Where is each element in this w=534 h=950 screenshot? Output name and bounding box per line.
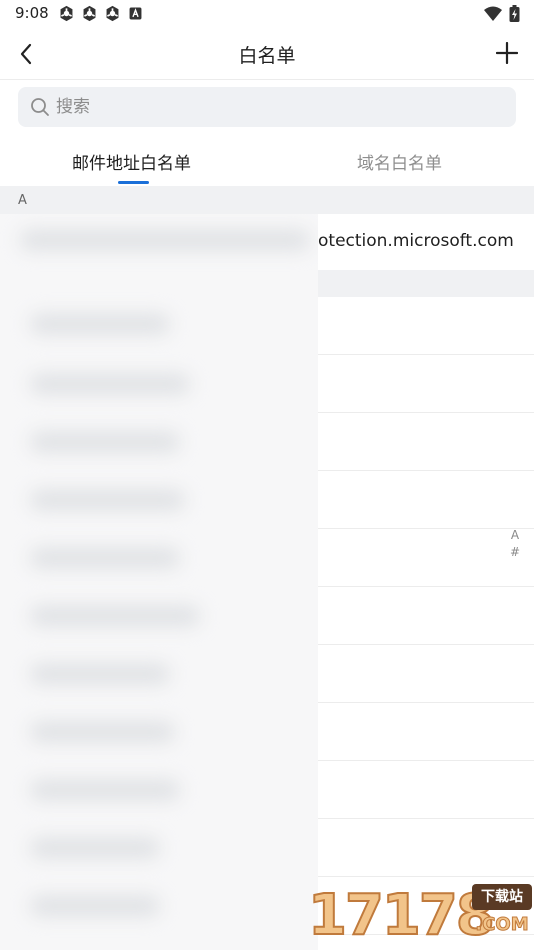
page-title: 白名单: [238, 45, 296, 67]
status-time: 9:08: [15, 4, 49, 22]
index-item-a[interactable]: A: [508, 527, 522, 544]
tab-domain-whitelist[interactable]: 域名白名单: [357, 149, 442, 174]
blur-bar: [30, 838, 160, 858]
app-bar: 白名单: [0, 28, 534, 80]
watermark-digits: 17178: [307, 883, 496, 948]
app-notification-icon: [60, 5, 73, 22]
blur-bar: [30, 722, 175, 742]
app-notification-icon: [106, 5, 119, 22]
watermark-suffix: .COM: [475, 914, 529, 936]
index-item-hash[interactable]: #: [508, 544, 522, 561]
section-header-a: A: [0, 186, 534, 215]
blur-bar: [30, 432, 180, 452]
email-entry-text: otection.microsoft.com: [318, 231, 514, 251]
blur-bar: [30, 896, 160, 916]
battery-charging-icon: [509, 5, 520, 22]
active-tab-indicator: [118, 181, 149, 184]
blur-bar: [30, 780, 180, 800]
search-input[interactable]: [56, 87, 496, 127]
blur-bar: [30, 490, 185, 510]
status-bar: 9:08: [0, 0, 534, 28]
section-letter: A: [18, 193, 27, 208]
blur-bar: [30, 314, 170, 334]
add-button[interactable]: [492, 38, 522, 68]
site-watermark: 17178 下载站 .COM: [307, 880, 534, 950]
wifi-icon: [484, 6, 502, 21]
blurred-overlay: [0, 214, 318, 950]
blur-bar: [30, 606, 200, 626]
app-notification-icon: [83, 5, 96, 22]
blur-bar: [30, 548, 180, 568]
status-right-icons: [483, 5, 520, 22]
plus-icon: [496, 42, 518, 64]
notification-icons: [58, 5, 144, 22]
tab-email-whitelist[interactable]: 邮件地址白名单: [72, 149, 191, 174]
search-box[interactable]: [18, 87, 516, 127]
blur-bar: [20, 230, 310, 250]
whitelist-tabs: 邮件地址白名单 域名白名单: [0, 140, 534, 186]
alphabet-index[interactable]: A #: [508, 527, 522, 561]
blur-bar: [30, 664, 170, 684]
keyboard-a-icon: [129, 7, 142, 20]
search-icon: [31, 98, 49, 116]
blur-bar: [30, 374, 190, 394]
watermark-tag: 下载站: [472, 884, 532, 910]
